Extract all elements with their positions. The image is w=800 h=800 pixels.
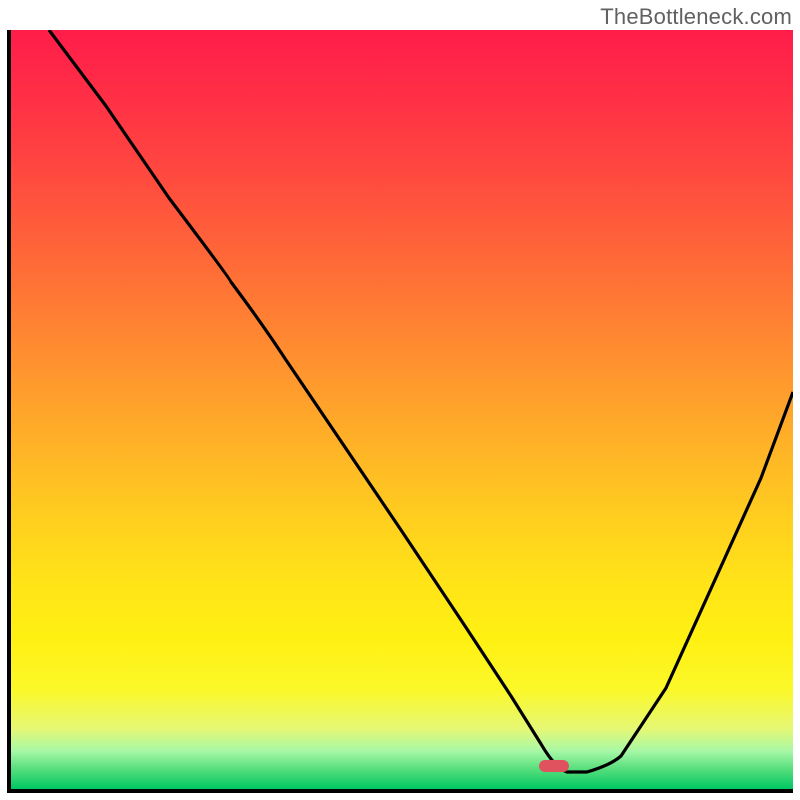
- chart-container: TheBottleneck.com: [0, 0, 800, 800]
- watermark-text: TheBottleneck.com: [600, 4, 792, 30]
- plot-area: [7, 30, 793, 793]
- bottleneck-curve-path: [49, 30, 793, 772]
- optimal-marker: [539, 760, 569, 772]
- curve-svg: [11, 30, 793, 789]
